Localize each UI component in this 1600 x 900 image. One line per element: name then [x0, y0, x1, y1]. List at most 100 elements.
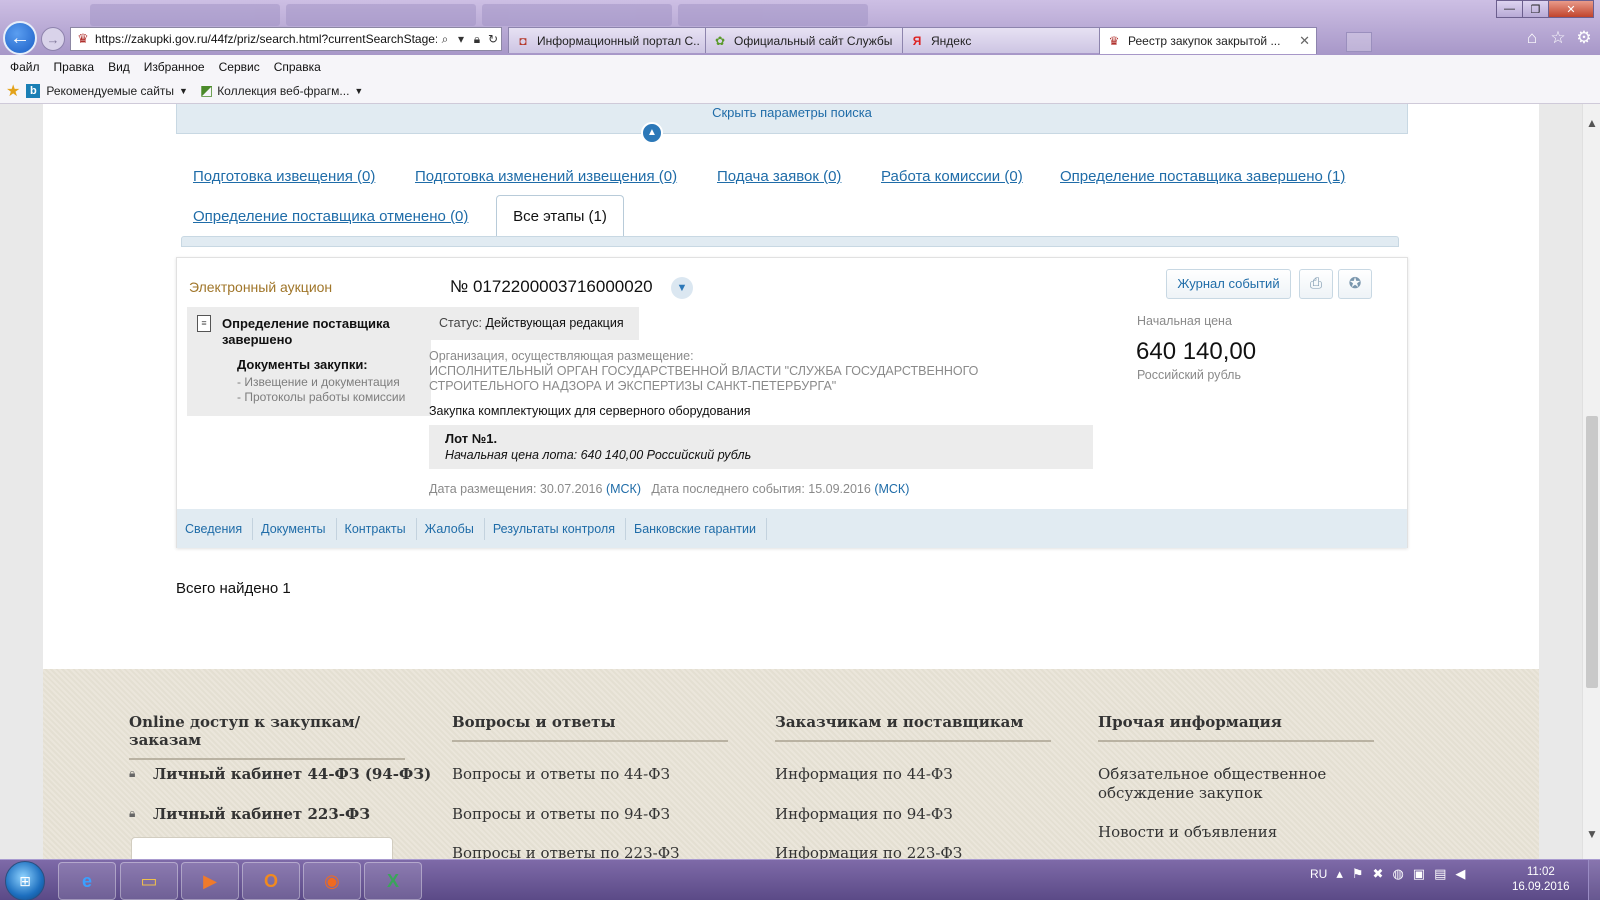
tab-documents[interactable]: Документы — [253, 517, 337, 540]
stage-tab-completed[interactable]: Определение поставщика завершено (1) — [1060, 168, 1345, 185]
scroll-down-icon[interactable]: ▼ — [1583, 827, 1600, 841]
network-icon[interactable]: ▤ — [1434, 866, 1446, 882]
browser-tab[interactable]: ◘ Информационный портал С... — [508, 27, 706, 53]
footer-link-faq-44[interactable]: Вопросы и ответы по 44-ФЗ — [452, 765, 670, 783]
chevron-down-icon[interactable]: ▼ — [354, 86, 363, 96]
tab-complaints[interactable]: Жалобы — [417, 517, 485, 540]
footer-link-faq-223[interactable]: Вопросы и ответы по 223-ФЗ — [452, 844, 680, 859]
taskbar-outlook[interactable]: O — [242, 862, 300, 900]
footer-heading: Прочая информация — [1098, 713, 1374, 742]
browser-tab[interactable]: Я Яндекс — [902, 27, 1100, 53]
volume-icon[interactable]: ◀ — [1455, 866, 1465, 882]
tab-label: Реестр закупок закрытой ... — [1128, 34, 1281, 48]
start-button[interactable]: ⊞ — [5, 861, 45, 900]
usb-device-icon[interactable]: ▣ — [1413, 866, 1425, 882]
favorites-star-icon[interactable]: ☆ — [1548, 28, 1568, 48]
timezone-link[interactable]: (МСК) — [606, 482, 641, 496]
menu-file[interactable]: Файл — [10, 60, 40, 74]
stage-tab-all[interactable]: Все этапы (1) — [496, 195, 624, 236]
tray-expand-icon[interactable]: ▴ — [1336, 866, 1343, 882]
address-url[interactable]: https://zakupki.gov.ru/44fz/priz/search.… — [95, 32, 437, 46]
windows-taskbar: ⊞ e ▭ ▶ O ◉ X RU ▴ ⚑ ✖ ◍ ▣ ▤ ◀ 11:02 16.… — [0, 859, 1600, 900]
browser-tab[interactable]: ✿ Официальный сайт Службы ... — [705, 27, 903, 53]
print-button[interactable]: ⎙ — [1299, 269, 1333, 299]
taskbar-ie[interactable]: e — [58, 862, 116, 900]
footer-link-news[interactable]: Новости и объявления — [1098, 823, 1277, 841]
browser-tab-active[interactable]: ♛ Реестр закупок закрытой ... ✕ — [1099, 27, 1317, 54]
antivirus-icon[interactable]: ✖ — [1373, 866, 1384, 882]
stage-tab-cancelled[interactable]: Определение поставщика отменено (0) — [193, 208, 468, 225]
chevron-down-icon[interactable]: ▼ — [179, 86, 188, 96]
status-label: Статус: — [439, 316, 482, 330]
footer-column-customers: Заказчикам и поставщикам Информация по 4… — [775, 713, 1051, 859]
close-tab-icon[interactable]: ✕ — [1299, 33, 1310, 49]
hide-search-params-link[interactable]: Скрыть параметры поиска — [176, 104, 1408, 134]
footer-link-info-223[interactable]: Информация по 223-ФЗ — [775, 844, 962, 859]
tab-contracts[interactable]: Контракты — [337, 517, 417, 540]
taskbar-excel[interactable]: X — [364, 862, 422, 900]
recommended-sites-link[interactable]: Рекомендуемые сайты — [46, 84, 174, 98]
language-indicator[interactable]: RU — [1310, 867, 1327, 881]
search-icon[interactable]: ⌕ — [437, 32, 453, 47]
back-button[interactable]: ← — [3, 21, 37, 55]
window-controls: — ❐ ✕ — [1496, 0, 1594, 18]
scroll-up-icon[interactable]: ▲ — [1583, 116, 1600, 130]
taskbar-explorer[interactable]: ▭ — [120, 862, 178, 900]
registry-number[interactable]: № 0172200003716000020 — [450, 277, 653, 297]
footer-link-faq-94[interactable]: Вопросы и ответы по 94-ФЗ — [452, 805, 670, 823]
show-desktop-button[interactable] — [1588, 860, 1600, 900]
forward-button[interactable]: → — [41, 27, 65, 51]
menu-edit[interactable]: Правка — [54, 60, 95, 74]
ghost-tab — [678, 4, 868, 26]
footer-link-info-44[interactable]: Информация по 44-ФЗ — [775, 765, 953, 783]
minimize-button[interactable]: — — [1496, 0, 1523, 18]
lock-icon[interactable]: 🔒︎ — [469, 32, 485, 47]
address-bar[interactable]: ♛ https://zakupki.gov.ru/44fz/priz/searc… — [70, 27, 502, 51]
footer-link-cabinet-44[interactable]: Личный кабинет 44-ФЗ (94-ФЗ) — [153, 765, 431, 783]
chevron-down-icon[interactable]: ▼ — [671, 277, 693, 299]
restore-button[interactable]: ❐ — [1522, 0, 1549, 18]
gear-icon[interactable]: ⚙ — [1574, 28, 1594, 48]
lock-icon: 🔒︎ — [129, 766, 136, 780]
action-center-flag-icon[interactable]: ⚑ — [1352, 866, 1364, 882]
refresh-icon[interactable]: ↻ — [485, 32, 501, 46]
footer-link-cabinet-223[interactable]: Личный кабинет 223-ФЗ — [153, 805, 370, 823]
certificate-button[interactable]: ✪ — [1338, 269, 1372, 299]
web-slices-link[interactable]: Коллекция веб-фрагм... — [217, 84, 349, 98]
tab-info[interactable]: Сведения — [177, 517, 254, 540]
protocols-link[interactable]: - Протоколы работы комиссии — [237, 390, 405, 404]
status-badge: Статус: Действующая редакция — [431, 307, 639, 340]
update-icon[interactable]: ◍ — [1392, 866, 1403, 882]
menu-bar: Файл Правка Вид Избранное Сервис Справка — [0, 55, 1600, 78]
favorites-add-icon[interactable]: ★ — [6, 81, 20, 101]
menu-tools[interactable]: Сервис — [219, 60, 260, 74]
stage-tab-commission[interactable]: Работа комиссии (0) — [881, 168, 1023, 185]
footer-link-public-discussion[interactable]: Обязательное общественное обсуждение зак… — [1098, 765, 1398, 803]
stage-tab-changes-prep[interactable]: Подготовка изменений извещения (0) — [415, 168, 677, 185]
event-log-button[interactable]: Журнал событий — [1166, 269, 1291, 299]
web-slice-icon: ◩ — [199, 82, 214, 98]
notice-docs-link[interactable]: - Извещение и документация — [237, 375, 400, 389]
stage-tab-applications[interactable]: Подача заявок (0) — [717, 168, 841, 185]
vertical-scrollbar[interactable]: ▲ ▼ — [1582, 104, 1600, 859]
taskbar-media-player[interactable]: ▶ — [181, 862, 239, 900]
home-icon[interactable]: ⌂ — [1522, 28, 1542, 48]
taskbar-firefox[interactable]: ◉ — [303, 862, 361, 900]
menu-favorites[interactable]: Избранное — [144, 60, 205, 74]
collapse-up-icon[interactable]: ▲ — [641, 122, 663, 144]
tab-control-results[interactable]: Результаты контроля — [485, 517, 626, 540]
close-window-button[interactable]: ✕ — [1548, 0, 1594, 18]
menu-view[interactable]: Вид — [108, 60, 130, 74]
scrollbar-thumb[interactable] — [1586, 416, 1598, 688]
menu-help[interactable]: Справка — [274, 60, 321, 74]
taskbar-clock[interactable]: 11:02 16.09.2016 — [1512, 865, 1570, 895]
timezone-link[interactable]: (МСК) — [874, 482, 909, 496]
footer-link-info-94[interactable]: Информация по 94-ФЗ — [775, 805, 953, 823]
emblem-icon: ✿ — [714, 33, 726, 48]
dropdown-icon[interactable]: ▾ — [453, 32, 469, 46]
award-icon: ✪ — [1348, 275, 1362, 292]
tab-bank-guarantees[interactable]: Банковские гарантии — [626, 517, 767, 540]
stage-tab-notice-prep[interactable]: Подготовка извещения (0) — [193, 168, 375, 185]
footer-widget[interactable] — [131, 837, 393, 859]
new-tab-button[interactable] — [1346, 32, 1372, 52]
